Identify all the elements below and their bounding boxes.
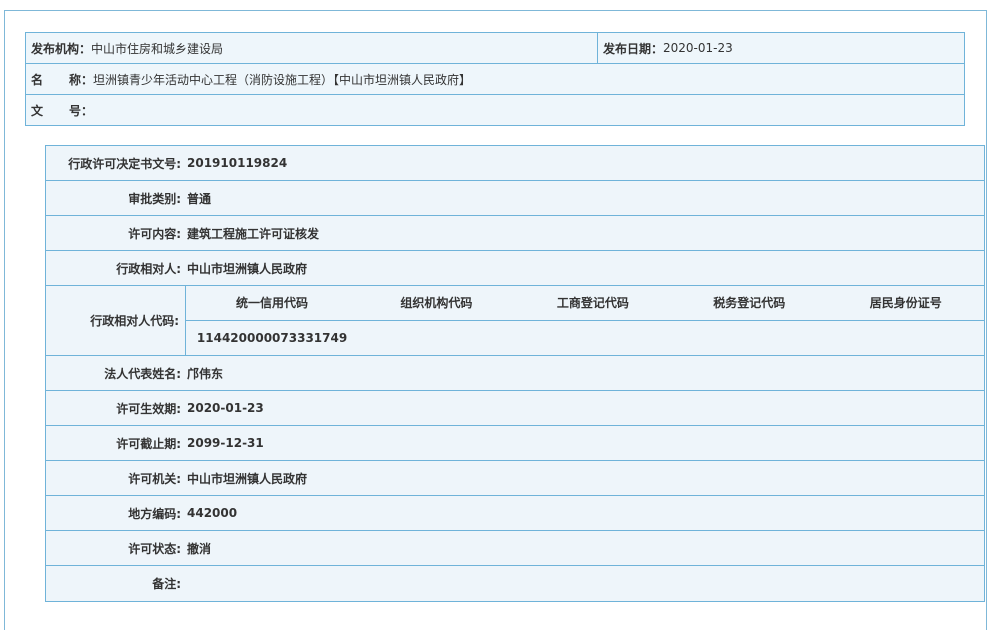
row-legal-rep: 法人代表姓名: 邝伟东 — [46, 356, 984, 391]
valid-from-label: 许可生效期: — [116, 401, 181, 416]
date-cell: 发布日期： 2020-01-23 — [598, 33, 733, 63]
codes-header-credit: 统一信用代码 — [236, 296, 309, 311]
decision-no-label: 行政许可决定书文号: — [68, 156, 181, 171]
date-value: 2020-01-23 — [663, 41, 733, 55]
name-value: 坦洲镇青少年活动中心工程（消防设施工程）【中山市坦洲镇人民政府】 — [93, 72, 472, 87]
status-label: 许可状态: — [128, 541, 181, 556]
row-authority: 许可机关: 中山市坦洲镇人民政府 — [46, 461, 984, 496]
codes-value-row: 114420000073331749 — [186, 321, 984, 356]
codes-label: 行政相对人代码: — [46, 286, 186, 355]
docno-label-first: 文 — [31, 103, 44, 118]
valid-from-value: 2020-01-23 — [187, 401, 264, 415]
authority-label: 许可机关: — [128, 471, 181, 486]
row-status: 许可状态: 撤消 — [46, 531, 984, 566]
row-valid-to: 许可截止期: 2099-12-31 — [46, 426, 984, 461]
codes-header-id: 居民身份证号 — [869, 296, 942, 311]
codes-header-business: 工商登记代码 — [556, 296, 629, 311]
legal-rep-label: 法人代表姓名: — [104, 366, 181, 381]
row-region-code: 地方编码: 442000 — [46, 496, 984, 531]
category-value: 普通 — [187, 191, 212, 206]
publisher-cell: 发布机构： 中山市住房和城乡建设局 — [26, 33, 598, 63]
content-label: 许可内容: — [128, 226, 181, 241]
name-label-second: 称： — [69, 72, 94, 87]
row-valid-from: 许可生效期: 2020-01-23 — [46, 391, 984, 426]
region-code-label: 地方编码: — [128, 506, 181, 521]
codes-grid: 统一信用代码 组织机构代码 工商登记代码 税务登记代码 居民身份证号 11442… — [186, 286, 984, 355]
codes-header-row: 统一信用代码 组织机构代码 工商登记代码 税务登记代码 居民身份证号 — [186, 286, 984, 321]
category-label: 审批类别: — [128, 191, 181, 206]
row-remark: 备注: — [46, 566, 984, 601]
codes-value-org — [358, 321, 514, 356]
codes-header-tax: 税务登记代码 — [713, 296, 786, 311]
name-cell: 名 称： 坦洲镇青少年活动中心工程（消防设施工程）【中山市坦洲镇人民政府】 — [26, 64, 964, 94]
row-content: 许可内容: 建筑工程施工许可证核发 — [46, 216, 984, 251]
date-label: 发布日期： — [603, 41, 664, 56]
authority-value: 中山市坦洲镇人民政府 — [187, 471, 308, 486]
name-label-first: 名 — [31, 72, 44, 87]
summary-table: 发布机构： 中山市住房和城乡建设局 发布日期： 2020-01-23 名 称： 坦… — [25, 32, 965, 126]
docno-cell: 文 号： — [26, 95, 964, 125]
legal-rep-value: 邝伟东 — [187, 366, 224, 381]
row-decision-no: 行政许可决定书文号: 201910119824 — [46, 146, 984, 181]
row-counterpart-codes: 行政相对人代码: 统一信用代码 组织机构代码 工商登记代码 税务登记代码 居民身… — [46, 286, 984, 356]
detail-table: 行政许可决定书文号: 201910119824 审批类别: 普通 许可内容: 建… — [45, 145, 985, 602]
codes-value-id — [828, 321, 984, 356]
publisher-value: 中山市住房和城乡建设局 — [91, 41, 224, 56]
region-code-value: 442000 — [187, 506, 238, 520]
codes-value-business — [515, 321, 671, 356]
remark-value — [181, 566, 187, 601]
row-category: 审批类别: 普通 — [46, 181, 984, 216]
codes-value-tax — [671, 321, 827, 356]
counterpart-value: 中山市坦洲镇人民政府 — [187, 261, 308, 276]
publisher-label: 发布机构： — [31, 41, 92, 56]
docno-label-second: 号： — [69, 103, 94, 118]
status-value: 撤消 — [187, 541, 212, 556]
summary-row-name: 名 称： 坦洲镇青少年活动中心工程（消防设施工程）【中山市坦洲镇人民政府】 — [26, 64, 964, 95]
summary-row-docno: 文 号： — [26, 95, 964, 125]
summary-row-publisher: 发布机构： 中山市住房和城乡建设局 发布日期： 2020-01-23 — [26, 33, 964, 64]
codes-header-org: 组织机构代码 — [400, 296, 473, 311]
content-value: 建筑工程施工许可证核发 — [187, 226, 320, 241]
valid-to-value: 2099-12-31 — [187, 436, 264, 450]
decision-no-value: 201910119824 — [187, 156, 288, 170]
valid-to-label: 许可截止期: — [116, 436, 181, 451]
remark-label: 备注: — [152, 577, 181, 591]
counterpart-label: 行政相对人: — [116, 261, 181, 276]
codes-value-credit: 114420000073331749 — [196, 330, 348, 345]
row-counterpart: 行政相对人: 中山市坦洲镇人民政府 — [46, 251, 984, 286]
